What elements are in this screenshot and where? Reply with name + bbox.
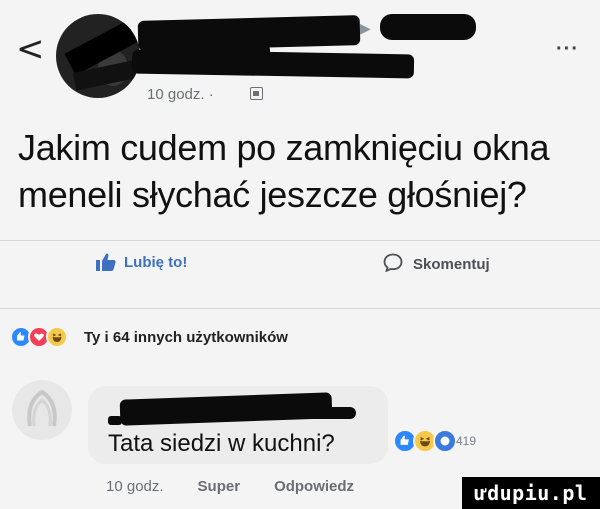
comment-reaction-count: 419 xyxy=(456,434,477,448)
comment-time[interactable]: 10 godz. xyxy=(106,478,164,495)
poster-avatar[interactable] xyxy=(56,14,140,98)
divider xyxy=(0,308,600,309)
like-button[interactable]: Lubię to! xyxy=(96,253,187,271)
thumbs-up-icon xyxy=(96,253,116,271)
wow-reaction-icon xyxy=(433,429,457,453)
comment-button[interactable]: Skomentuj xyxy=(383,253,490,276)
watermark-logo: ưdupiu.pl xyxy=(462,477,600,509)
reactions-icons[interactable] xyxy=(10,326,68,348)
haha-reaction-icon xyxy=(46,326,68,348)
reactions-summary-text[interactable]: Ty i 64 innych użytkowników xyxy=(84,329,288,346)
comment-reply-button[interactable]: Odpowiedz xyxy=(274,478,354,495)
back-button[interactable]: < xyxy=(16,32,45,66)
comment-meta: 10 godz. Super Odpowiedz xyxy=(106,478,354,495)
redacted-text xyxy=(131,49,415,79)
comment-reactions[interactable] xyxy=(393,429,457,453)
redacted-group-name xyxy=(380,14,476,40)
arrow-right-icon: ▶ xyxy=(360,20,371,36)
group-audience-icon xyxy=(250,87,263,100)
commenter-avatar[interactable] xyxy=(12,380,72,440)
speech-bubble-icon xyxy=(383,253,403,276)
post-text: Jakim cudem po zamknięciu okna meneli sł… xyxy=(18,127,550,215)
divider xyxy=(0,240,600,241)
redacted-commenter-name xyxy=(108,416,122,425)
comment-like-button[interactable]: Super xyxy=(198,478,241,495)
more-options-button[interactable]: ··· xyxy=(556,38,579,61)
comment-label: Skomentuj xyxy=(413,256,490,273)
comment-text: Tata siedzi w kuchni? xyxy=(108,430,335,457)
redacted-commenter-name xyxy=(300,407,356,419)
like-label: Lubię to! xyxy=(124,253,188,271)
post-timestamp[interactable]: 10 godz. · xyxy=(147,86,214,103)
